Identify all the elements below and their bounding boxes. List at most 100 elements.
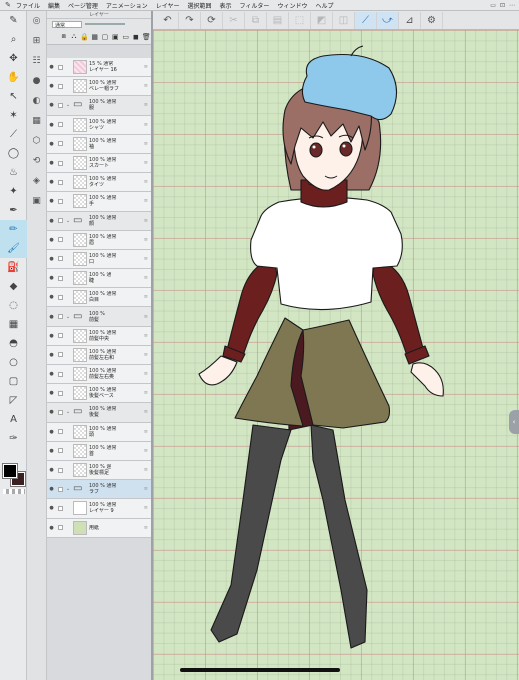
eye-icon[interactable]: ● xyxy=(47,390,56,396)
layer-check[interactable] xyxy=(58,505,63,511)
menu-selection[interactable]: 選択範囲 xyxy=(188,1,212,10)
layer-check[interactable] xyxy=(58,429,63,435)
drag-handle-icon[interactable]: ≡ xyxy=(144,429,148,435)
text-icon[interactable]: A xyxy=(0,410,27,429)
lasso-select-icon[interactable]: ◌ xyxy=(0,296,27,315)
history-icon[interactable]: ⟲ xyxy=(27,151,46,171)
eye-icon[interactable]: ● xyxy=(47,352,56,358)
material-icon[interactable]: ▣ xyxy=(27,191,46,211)
zoom-fit-icon[interactable]: ⊡ xyxy=(500,2,505,9)
eye-icon[interactable]: ● xyxy=(47,102,56,108)
more-icon[interactable]: ⋯ xyxy=(509,2,515,9)
menu-animation[interactable]: アニメーション xyxy=(106,1,148,10)
navigator-icon[interactable]: ◎ xyxy=(27,11,46,31)
drag-handle-icon[interactable]: ≡ xyxy=(144,314,148,320)
layer-panel-icon[interactable]: ◈ xyxy=(27,171,46,191)
folder-expand-icon[interactable]: ⌄ xyxy=(65,409,71,415)
transform-icon[interactable]: ⬚ xyxy=(289,11,311,29)
layer-check[interactable] xyxy=(58,256,63,262)
drag-handle-icon[interactable]: ≡ xyxy=(144,275,148,281)
layer-check[interactable] xyxy=(58,352,63,358)
drag-handle-icon[interactable]: ≡ xyxy=(144,486,148,492)
layer-check[interactable] xyxy=(58,390,63,396)
layer-row[interactable]: ● 100 % 通常 前髪左右奥 ≡ xyxy=(47,365,151,385)
transparent-color-swatch[interactable] xyxy=(3,489,25,494)
eye-icon[interactable]: ● xyxy=(47,333,56,339)
hand-icon[interactable]: ✋ xyxy=(0,68,27,87)
layer-row[interactable]: ● 100 % 通睫 ≡ xyxy=(47,269,151,289)
lock-alpha-icon[interactable]: ▦ xyxy=(90,31,99,42)
layer-check[interactable] xyxy=(58,141,63,147)
eye-icon[interactable]: ● xyxy=(47,409,56,415)
menu-file[interactable]: ファイル xyxy=(16,1,40,10)
eye-icon[interactable]: ● xyxy=(47,198,56,204)
brush-size-icon[interactable]: ● xyxy=(27,71,46,91)
bucket-icon[interactable]: ♨ xyxy=(0,163,27,182)
layer-row[interactable]: ● 用紙 ≡ xyxy=(47,518,151,538)
fill-icon[interactable]: ◓ xyxy=(0,334,27,353)
layer-row[interactable]: ● 100 % 通常 レイヤー 9 ≡ xyxy=(47,499,151,519)
blend-icon[interactable]: ✦ xyxy=(0,182,27,201)
gradient-icon[interactable]: ▦ xyxy=(0,315,27,334)
eye-icon[interactable]: ● xyxy=(47,141,56,147)
delete-layer-icon[interactable]: 🗑 xyxy=(142,31,151,42)
color-wheel-icon[interactable]: ◐ xyxy=(27,91,46,111)
menu-edit[interactable]: 編集 xyxy=(48,1,60,10)
drag-handle-icon[interactable]: ≡ xyxy=(144,256,148,262)
drag-handle-icon[interactable]: ≡ xyxy=(144,160,148,166)
layer-check[interactable] xyxy=(58,179,63,185)
layer-check[interactable] xyxy=(58,83,63,89)
drag-handle-icon[interactable]: ≡ xyxy=(144,237,148,243)
reference-icon[interactable]: ⛬ xyxy=(69,31,78,42)
mask-icon[interactable]: ◼ xyxy=(131,31,140,42)
layer-folder-row[interactable]: ● ⌄ ▭ 100 % 前髪 ≡ xyxy=(47,307,151,327)
layer-folder-row[interactable]: ● ⌄ ▭ 100 % 通常顔 ≡ xyxy=(47,211,151,231)
layer-check[interactable] xyxy=(58,237,63,243)
eye-icon[interactable]: ● xyxy=(47,371,56,377)
drag-handle-icon[interactable]: ≡ xyxy=(144,409,148,415)
lock-icon[interactable]: 🔒 xyxy=(80,31,89,42)
eye-icon[interactable]: ● xyxy=(47,122,56,128)
layer-row[interactable]: ● 100 % 通常袖 ≡ xyxy=(47,134,151,154)
window-layout-icon[interactable]: ▭ xyxy=(490,2,496,9)
main-color-swatch[interactable] xyxy=(2,463,18,479)
ruler-icon[interactable]: ◸ xyxy=(0,391,27,410)
eye-icon[interactable]: ● xyxy=(47,525,56,531)
drag-handle-icon[interactable]: ≡ xyxy=(144,102,148,108)
eye-icon[interactable]: ● xyxy=(47,429,56,435)
menu-window[interactable]: ウィンドウ xyxy=(277,1,307,10)
layer-check[interactable] xyxy=(58,102,63,108)
eye-icon[interactable]: ● xyxy=(47,275,56,281)
layer-row[interactable]: ● 100 % 通常首 ≡ xyxy=(47,441,151,461)
layer-check[interactable] xyxy=(58,218,63,224)
drag-handle-icon[interactable]: ≡ xyxy=(144,141,148,147)
drag-handle-icon[interactable]: ≡ xyxy=(144,198,148,204)
layer-check[interactable] xyxy=(58,371,63,377)
pencil-icon[interactable]: ✏ xyxy=(0,220,27,239)
layer-check[interactable] xyxy=(58,409,63,415)
layer-row[interactable]: ● 100 % 通常 スカート ≡ xyxy=(47,153,151,174)
drag-handle-icon[interactable]: ≡ xyxy=(144,179,148,185)
drag-handle-icon[interactable]: ≡ xyxy=(144,64,148,70)
cut-icon[interactable]: ✂ xyxy=(223,11,245,29)
balloon-icon[interactable]: ✑ xyxy=(0,429,27,448)
intermediate-color-icon[interactable]: ⬡ xyxy=(27,131,46,151)
layer-row[interactable]: ● 100 % 遅後髪標足 ≡ xyxy=(47,460,151,481)
snap-grid-icon[interactable]: ⊿ xyxy=(399,11,421,29)
drag-handle-icon[interactable]: ≡ xyxy=(144,371,148,377)
fill-sel-icon[interactable]: ◩ xyxy=(311,11,333,29)
layer-check[interactable] xyxy=(58,486,63,492)
canvas[interactable] xyxy=(153,30,519,680)
new-raster-icon[interactable]: ▢ xyxy=(100,31,109,42)
layer-row[interactable]: ● 100 % 通常 前髪左右和 ≡ xyxy=(47,345,151,365)
sync-icon[interactable]: ⟳ xyxy=(201,11,223,29)
layer-row[interactable]: ● 100 % 通常 後髪ベース ≡ xyxy=(47,384,151,404)
zoom-icon[interactable]: ⌕ xyxy=(0,30,27,49)
eye-icon[interactable]: ● xyxy=(47,314,56,320)
layer-check[interactable] xyxy=(58,467,63,473)
drag-handle-icon[interactable]: ≡ xyxy=(144,294,148,300)
copy-icon[interactable]: ⧉ xyxy=(245,11,267,29)
layer-row[interactable]: ● 100 % 通常手 ≡ xyxy=(47,192,151,212)
eraser-icon[interactable]: ◆ xyxy=(0,277,27,296)
paste-icon[interactable]: ▤ xyxy=(267,11,289,29)
